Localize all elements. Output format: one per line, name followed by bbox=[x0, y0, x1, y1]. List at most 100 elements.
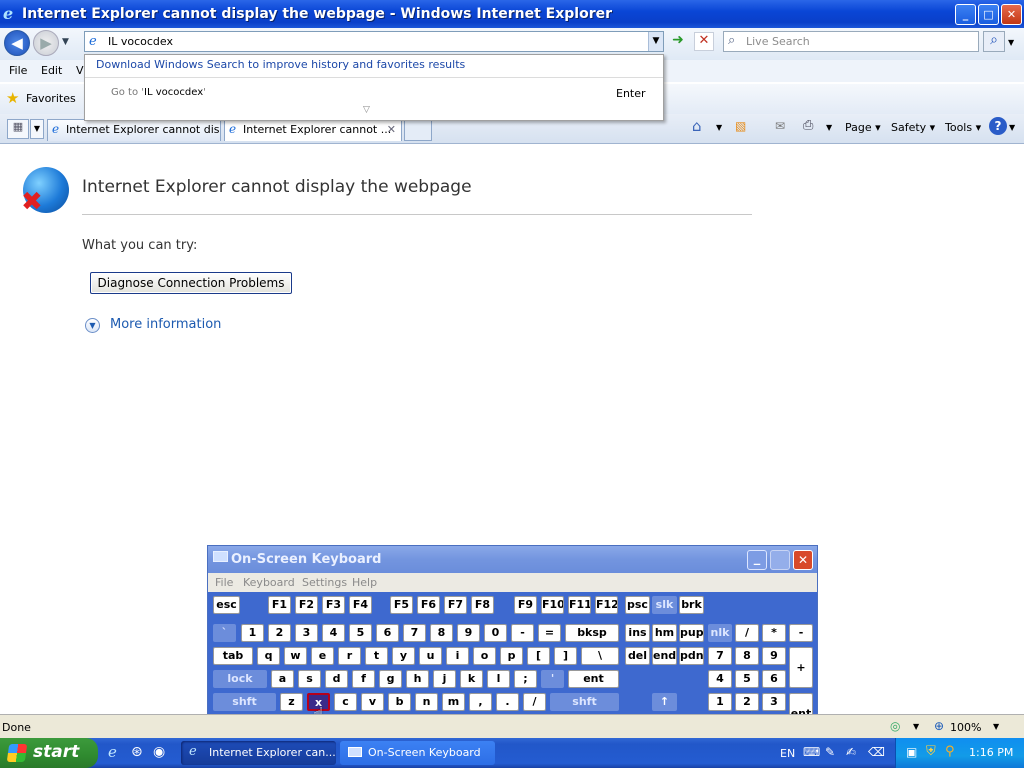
quicklaunch-explorer-icon[interactable]: ⊛ bbox=[131, 744, 143, 760]
key-numlock[interactable]: nlk bbox=[708, 624, 732, 642]
osk-maximize-button[interactable] bbox=[770, 550, 790, 570]
new-tab-button[interactable] bbox=[404, 119, 432, 141]
key-s[interactable]: s bbox=[298, 670, 321, 688]
key-m[interactable]: m bbox=[442, 693, 465, 711]
key-quote[interactable]: ' bbox=[541, 670, 564, 688]
key-right-bracket[interactable]: ] bbox=[554, 647, 577, 665]
key-up-arrow[interactable]: ↑ bbox=[652, 693, 677, 711]
key-b[interactable]: b bbox=[388, 693, 411, 711]
key-num-9[interactable]: 9 bbox=[762, 647, 786, 665]
quick-tabs-icon[interactable]: ▦ bbox=[7, 119, 29, 139]
key-f[interactable]: f bbox=[352, 670, 375, 688]
go-arrow-icon[interactable]: ➜ bbox=[668, 32, 688, 51]
key-slk[interactable]: slk bbox=[652, 596, 677, 614]
pen-icon[interactable]: ✎ bbox=[825, 745, 835, 759]
key-r[interactable]: r bbox=[338, 647, 361, 665]
home-dropdown-icon[interactable]: ▼ bbox=[716, 123, 722, 132]
tab-list-dropdown-icon[interactable]: ▼ bbox=[30, 119, 44, 139]
key-num-plus[interactable]: + bbox=[789, 647, 813, 688]
key-capslock[interactable]: lock bbox=[213, 670, 267, 688]
key-tab[interactable]: tab bbox=[213, 647, 253, 665]
key-num-3[interactable]: 3 bbox=[762, 693, 786, 711]
more-information-link[interactable]: More information bbox=[110, 317, 221, 332]
page-menu[interactable]: Page ▾ bbox=[845, 121, 881, 134]
zoom-dropdown-icon[interactable]: ▼ bbox=[993, 722, 999, 731]
safety-menu[interactable]: Safety ▾ bbox=[891, 121, 935, 134]
key-9[interactable]: 9 bbox=[457, 624, 480, 642]
key-left-bracket[interactable]: [ bbox=[527, 647, 550, 665]
tab-1[interactable]: e Internet Explorer cannot dis... bbox=[47, 119, 221, 141]
key-brk[interactable]: brk bbox=[679, 596, 704, 614]
key-e[interactable]: e bbox=[311, 647, 334, 665]
forward-button[interactable]: ▶ bbox=[33, 30, 59, 56]
key-f8[interactable]: F8 bbox=[471, 596, 494, 614]
zoom-icon[interactable]: ⊕ bbox=[934, 719, 944, 733]
key-minus[interactable]: - bbox=[511, 624, 534, 642]
protected-mode-icon[interactable]: ◎ bbox=[890, 719, 900, 733]
key-semicolon[interactable]: ; bbox=[514, 670, 537, 688]
key-num-4[interactable]: 4 bbox=[708, 670, 732, 688]
key-f9[interactable]: F9 bbox=[514, 596, 537, 614]
network-icon[interactable]: ▣ bbox=[906, 745, 917, 759]
key-0[interactable]: 0 bbox=[484, 624, 507, 642]
key-o[interactable]: o bbox=[473, 647, 496, 665]
key-num-5[interactable]: 5 bbox=[735, 670, 759, 688]
key-num-8[interactable]: 8 bbox=[735, 647, 759, 665]
search-options-icon[interactable]: ▼ bbox=[1008, 38, 1014, 47]
key-f7[interactable]: F7 bbox=[444, 596, 467, 614]
key-num-minus[interactable]: - bbox=[789, 624, 813, 642]
key-period[interactable]: . bbox=[496, 693, 519, 711]
key-f11[interactable]: F11 bbox=[568, 596, 591, 614]
search-go-icon[interactable]: ⌕ bbox=[983, 31, 1005, 52]
back-button[interactable]: ◀ bbox=[4, 30, 30, 56]
key-num-slash[interactable]: / bbox=[735, 624, 759, 642]
stop-icon[interactable]: ✕ bbox=[694, 32, 714, 51]
key-l[interactable]: l bbox=[487, 670, 510, 688]
print-dropdown-icon[interactable]: ▼ bbox=[826, 123, 832, 132]
key-k[interactable]: k bbox=[460, 670, 483, 688]
key-4[interactable]: 4 bbox=[322, 624, 345, 642]
expand-suggestions-icon[interactable]: ▽ bbox=[363, 105, 370, 115]
handwriting-icon[interactable]: ✍ bbox=[846, 745, 856, 759]
home-icon[interactable]: ⌂ bbox=[692, 117, 702, 135]
zoom-level[interactable]: 100% bbox=[950, 721, 981, 734]
key-c[interactable]: c bbox=[334, 693, 357, 711]
minimize-button[interactable]: _ bbox=[955, 4, 976, 25]
key-y[interactable]: y bbox=[392, 647, 415, 665]
key-psc[interactable]: psc bbox=[625, 596, 650, 614]
key-num-star[interactable]: * bbox=[762, 624, 786, 642]
key-num-6[interactable]: 6 bbox=[762, 670, 786, 688]
key-j[interactable]: j bbox=[433, 670, 456, 688]
feeds-icon[interactable]: ▧ bbox=[735, 119, 746, 133]
address-dropdown-icon[interactable]: ▼ bbox=[648, 32, 663, 51]
goto-suggestion[interactable]: Go to 'IL vococdex' bbox=[111, 87, 206, 98]
windows-search-promo-link[interactable]: Download Windows Search to improve histo… bbox=[96, 58, 465, 71]
print-icon[interactable]: ⎙ bbox=[803, 118, 813, 133]
clock[interactable]: 1:16 PM bbox=[969, 746, 1013, 759]
menu-file[interactable]: File bbox=[9, 64, 27, 77]
key-comma[interactable]: , bbox=[469, 693, 492, 711]
address-input[interactable]: IL vococdex bbox=[108, 35, 173, 48]
key-slash[interactable]: / bbox=[523, 693, 546, 711]
start-button[interactable]: start bbox=[0, 738, 98, 768]
favorites-button[interactable]: Favorites bbox=[26, 92, 76, 105]
key-8[interactable]: 8 bbox=[430, 624, 453, 642]
tools-menu[interactable]: Tools ▾ bbox=[945, 121, 981, 134]
key-pgup[interactable]: pup bbox=[679, 624, 704, 642]
key-end[interactable]: end bbox=[652, 647, 677, 665]
search-input[interactable]: Live Search bbox=[746, 35, 810, 48]
osk-menu-keyboard[interactable]: Keyboard bbox=[243, 576, 295, 589]
key-f12[interactable]: F12 bbox=[595, 596, 618, 614]
search-box[interactable]: ⌕ Live Search bbox=[723, 31, 979, 52]
close-button[interactable]: ✕ bbox=[1001, 4, 1022, 25]
key-2[interactable]: 2 bbox=[268, 624, 291, 642]
key-u[interactable]: u bbox=[419, 647, 442, 665]
key-esc[interactable]: esc bbox=[213, 596, 240, 614]
address-bar[interactable]: e IL vococdex ▼ bbox=[84, 31, 664, 52]
key-f6[interactable]: F6 bbox=[417, 596, 440, 614]
maximize-button[interactable]: □ bbox=[978, 4, 999, 25]
key-right-shift[interactable]: shft bbox=[550, 693, 619, 711]
key-h[interactable]: h bbox=[406, 670, 429, 688]
key-f1[interactable]: F1 bbox=[268, 596, 291, 614]
key-t[interactable]: t bbox=[365, 647, 388, 665]
